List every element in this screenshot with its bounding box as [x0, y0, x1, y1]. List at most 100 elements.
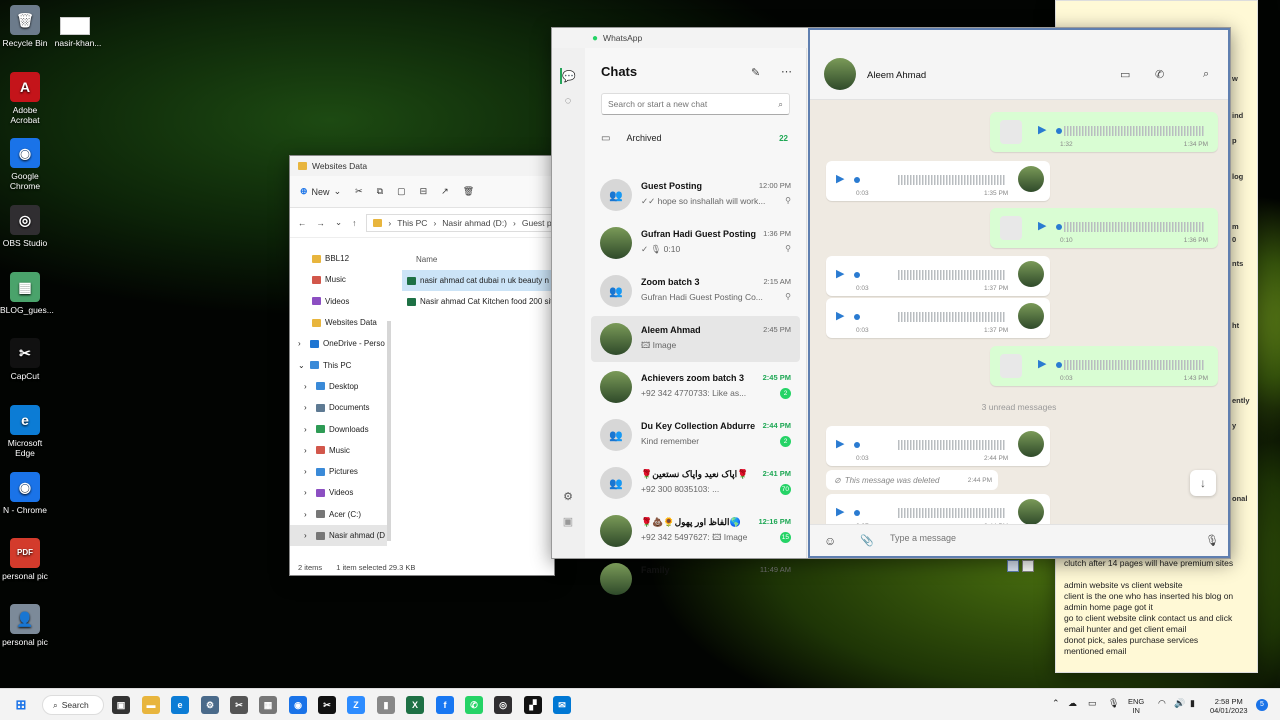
waveform[interactable] — [898, 508, 1006, 518]
chat-list-item[interactable]: 👥 Du Key Collection Abdurre 2:44 PM Kind re… — [591, 412, 800, 458]
nav-item[interactable]: BBL12 — [290, 248, 387, 269]
new-button[interactable]: ⊕ New ⌄ — [300, 186, 341, 197]
chrome-icon[interactable]: ◉ — [289, 696, 307, 714]
nav-item[interactable]: › Desktop — [290, 376, 387, 397]
back-arrow-icon[interactable]: ← — [298, 218, 307, 228]
expand-chevron-icon[interactable]: › — [304, 467, 312, 476]
expand-chevron-icon[interactable]: › — [304, 446, 312, 455]
expand-chevron-icon[interactable]: › — [304, 403, 312, 412]
nav-item[interactable]: › Documents — [290, 397, 387, 418]
file-explorer-icon[interactable]: ▬ — [142, 696, 160, 714]
chat-list-item[interactable]: 👥 Guest Posting 12:00 PM ✓✓ hope so inshall… — [591, 172, 800, 218]
nav-item[interactable]: › Nasir ahmad (D — [290, 524, 387, 547]
usb-icon[interactable]: ▮ — [377, 696, 395, 714]
nav-item[interactable]: › Pictures — [290, 461, 387, 482]
waveform[interactable] — [898, 440, 1006, 450]
desktop-icon[interactable]: A Adobe Acrobat — [0, 72, 50, 125]
nav-item[interactable]: Videos — [290, 291, 387, 312]
search-messages-icon[interactable]: ⌕ — [1203, 68, 1209, 81]
desktop-icon[interactable]: ◉ N - Chrome — [0, 472, 50, 515]
details-view-icon[interactable] — [1007, 560, 1019, 572]
profile-icon[interactable]: ▣ — [560, 513, 576, 529]
clock[interactable]: 2:58 PM 04/01/2023 — [1210, 697, 1248, 715]
contact-avatar[interactable] — [824, 58, 856, 90]
share-icon[interactable]: ↗ — [441, 186, 449, 197]
mail-icon[interactable]: ✉ — [553, 696, 571, 714]
waveform[interactable] — [898, 270, 1006, 280]
explorer-titlebar[interactable]: Websites Data — [290, 156, 554, 176]
facebook-icon[interactable]: f — [436, 696, 454, 714]
play-icon[interactable]: ▶ — [836, 437, 844, 450]
playhead[interactable] — [854, 272, 860, 278]
tiles-view-icon[interactable] — [1022, 560, 1034, 572]
chat-list-item[interactable]: Family 11:49 AM — [591, 556, 800, 602]
video-call-icon[interactable]: ▭ — [1120, 68, 1130, 81]
wifi-icon[interactable]: ◠ — [1158, 699, 1166, 708]
archived-row[interactable]: ▭ Archived 22 — [601, 126, 791, 150]
network-icon[interactable]: ▭ — [1088, 699, 1097, 708]
playhead[interactable] — [854, 510, 860, 516]
excel-icon[interactable]: X — [406, 696, 424, 714]
chat-list-item[interactable]: Aleem Ahmad 2:45 PM 🖾 Image — [591, 316, 800, 362]
waveform[interactable] — [1064, 222, 1204, 232]
waveform[interactable] — [898, 312, 1006, 322]
playhead[interactable] — [854, 314, 860, 320]
nav-item[interactable]: › Videos — [290, 482, 387, 503]
nav-item[interactable]: › Acer (C:) — [290, 504, 387, 525]
desktop-icon[interactable]: PDF personal pic — [0, 538, 50, 581]
address-bar[interactable]: › This PC › Nasir ahmad (D:) › Guest p — [366, 213, 554, 232]
file-row[interactable]: nasir ahmad cat dubai n uk beauty n — [402, 270, 554, 291]
nav-item[interactable]: › Downloads — [290, 418, 387, 439]
attach-icon[interactable]: 📎 — [860, 534, 874, 547]
path-segment[interactable]: Guest p — [522, 218, 552, 228]
cloud-icon[interactable]: ☁ — [1068, 699, 1077, 708]
playhead[interactable] — [1056, 128, 1062, 134]
paste-icon[interactable]: ▢ — [397, 186, 406, 197]
forward-arrow-icon[interactable]: → — [317, 218, 326, 228]
waveform[interactable] — [898, 175, 1006, 185]
desktop-icon[interactable]: ◉ Google Chrome — [0, 138, 50, 191]
play-icon[interactable]: ▶ — [1038, 123, 1046, 136]
delete-icon[interactable]: 🗑 — [463, 186, 474, 197]
status-icon[interactable]: ◌ — [560, 93, 576, 109]
settings-app-icon[interactable]: ⚙ — [201, 696, 219, 714]
desktop-icon[interactable]: ◎ OBS Studio — [0, 205, 50, 248]
desktop-icon[interactable]: 🗑 Recycle Bin — [0, 5, 50, 48]
desktop-icon[interactable]: ✂ CapCut — [0, 338, 50, 381]
cut-icon[interactable]: ✂ — [355, 186, 363, 197]
contact-name[interactable]: Aleem Ahmad — [867, 70, 926, 81]
notification-badge[interactable]: 5 — [1256, 699, 1268, 711]
rename-icon[interactable]: ⊟ — [420, 186, 428, 197]
volume-icon[interactable]: 🔊 — [1174, 699, 1185, 708]
play-icon[interactable]: ▶ — [836, 172, 844, 185]
message-input[interactable] — [890, 533, 1170, 543]
task-view-icon[interactable]: ▣ — [112, 696, 130, 714]
chat-list-item[interactable]: Gufran Hadi Guest Posting 1:36 PM ✓ 🎙 0:10… — [591, 220, 800, 266]
waveform[interactable] — [1064, 360, 1204, 370]
nav-scrollbar[interactable] — [387, 321, 391, 541]
recent-chevron-icon[interactable]: ⌄ — [335, 217, 342, 228]
path-segment[interactable]: Nasir ahmad (D:) — [442, 218, 507, 228]
battery-icon[interactable]: ▮ — [1190, 699, 1195, 708]
expand-chevron-icon[interactable]: › — [304, 382, 312, 391]
scroll-down-button[interactable]: ↓ — [1190, 470, 1216, 496]
microphone-icon[interactable]: 🎙 — [1205, 534, 1219, 547]
nav-item[interactable]: Music — [290, 269, 387, 290]
expand-chevron-icon[interactable]: › — [304, 510, 312, 519]
expand-chevron-icon[interactable]: ⌄ — [298, 361, 306, 370]
calculator-icon[interactable]: ▦ — [259, 696, 277, 714]
capcut-icon[interactable]: ✂ — [318, 696, 336, 714]
play-icon[interactable]: ▶ — [836, 309, 844, 322]
column-header-name[interactable]: Name — [402, 248, 554, 270]
playhead[interactable] — [854, 442, 860, 448]
pen-icon[interactable]: 🎙 — [1108, 699, 1119, 708]
playhead[interactable] — [854, 177, 860, 183]
obs-icon[interactable]: ◎ — [494, 696, 512, 714]
chat-list-item[interactable]: 👥 🌹اپاک نعید واپاک نستعین🌹 2:41 PM +92 300 … — [591, 460, 800, 506]
chats-icon[interactable]: 💬 — [560, 68, 576, 84]
expand-chevron-icon[interactable]: › — [304, 488, 312, 497]
snipping-tool-icon[interactable]: ✂ — [230, 696, 248, 714]
playhead[interactable] — [1056, 362, 1062, 368]
desktop-file-thumbnail[interactable] — [60, 17, 90, 35]
nav-item[interactable]: ⌄ This PC — [290, 354, 387, 375]
